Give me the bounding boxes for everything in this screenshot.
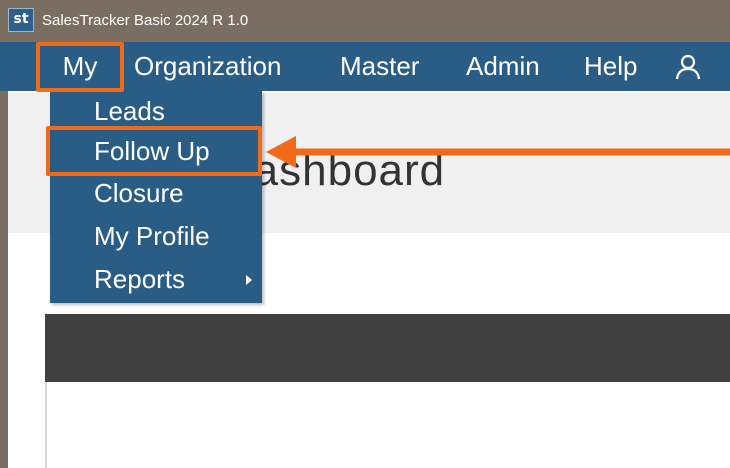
menu-item-leads[interactable]: Leads bbox=[94, 91, 165, 131]
window-left-edge bbox=[0, 91, 8, 468]
menu-item-closure[interactable]: Closure bbox=[94, 173, 184, 213]
title-bar: st SalesTracker Basic 2024 R 1.0 bbox=[0, 0, 730, 42]
app-logo: st bbox=[8, 8, 34, 32]
user-icon[interactable] bbox=[672, 51, 704, 83]
menu-admin[interactable]: Admin bbox=[466, 42, 540, 91]
menu-item-my-profile[interactable]: My Profile bbox=[94, 216, 210, 256]
my-dropdown-menu: Leads Follow Up Closure My Profile Repor… bbox=[50, 91, 262, 303]
menu-organization[interactable]: Organization bbox=[134, 42, 281, 91]
chevron-right-icon bbox=[246, 275, 252, 285]
menu-help[interactable]: Help bbox=[584, 42, 637, 91]
grid-header-bar bbox=[45, 314, 730, 382]
window-title: SalesTracker Basic 2024 R 1.0 bbox=[42, 12, 249, 29]
annotation-arrow-icon bbox=[266, 136, 730, 168]
highlight-my bbox=[36, 42, 124, 92]
menu-item-reports[interactable]: Reports bbox=[94, 259, 185, 299]
highlight-follow-up bbox=[46, 126, 262, 176]
grid-body bbox=[45, 382, 730, 468]
menu-master[interactable]: Master bbox=[340, 42, 419, 91]
